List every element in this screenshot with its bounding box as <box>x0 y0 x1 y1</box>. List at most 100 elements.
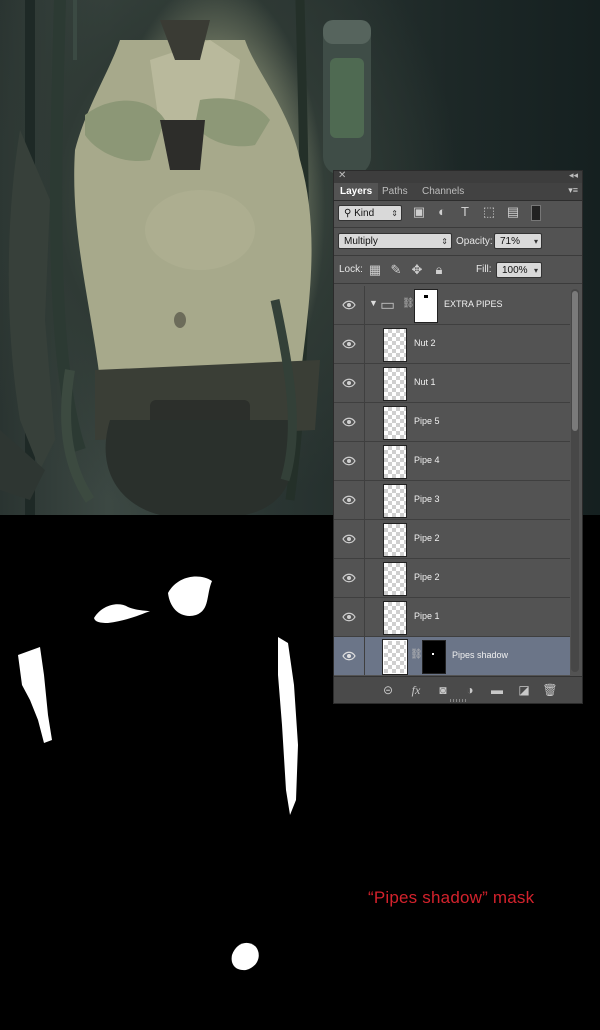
layer-list-scrollbar[interactable] <box>571 289 579 672</box>
layer-thumbnail[interactable] <box>383 367 407 401</box>
new-layer-icon[interactable]: ◪ <box>516 682 532 698</box>
layer-thumbnail[interactable] <box>382 639 408 675</box>
divider <box>334 283 582 284</box>
lock-position-icon[interactable]: ✥ <box>409 262 425 278</box>
group-mask-thumbnail[interactable] <box>414 289 438 323</box>
lock-transparent-icon[interactable]: ▦ <box>367 262 383 278</box>
divider <box>334 255 582 256</box>
link-chain-icon[interactable]: ⛓︎ <box>402 298 415 309</box>
filter-kind-dropdown[interactable]: ⚲ Kind ⇕ <box>338 205 402 221</box>
layer-row[interactable]: Pipe 1 <box>334 598 570 637</box>
lock-image-icon[interactable]: ✎ <box>388 262 404 278</box>
column-divider <box>364 364 365 403</box>
collapse-panel-icon[interactable]: ◂◂ <box>569 170 578 181</box>
link-chain-icon[interactable]: ⛓︎ <box>410 649 423 660</box>
layer-thumbnail[interactable] <box>383 484 407 518</box>
layers-bottom-toolbar: ⊝ fx ◙ ◑ ▬ ◪ 🗑︎ <box>334 676 582 703</box>
layers-panel[interactable]: ✕ ◂◂ Layers Paths Channels ▾≡ ⚲ Kind ⇕ ▣… <box>333 170 583 704</box>
opacity-value: 71% <box>500 236 521 247</box>
scrollbar-thumb[interactable] <box>572 291 578 431</box>
layer-thumbnail[interactable] <box>383 328 407 362</box>
layer-name: Pipe 1 <box>414 611 440 621</box>
layer-thumbnail[interactable] <box>383 523 407 557</box>
filter-kind-label: Kind <box>354 208 375 219</box>
blend-mode-value: Multiply <box>344 236 378 247</box>
visibility-eye-icon[interactable] <box>342 572 356 584</box>
panel-tabs: Layers Paths Channels ▾≡ <box>334 183 582 201</box>
visibility-eye-icon[interactable] <box>342 299 356 311</box>
layer-thumbnail[interactable] <box>383 445 407 479</box>
tab-channels[interactable]: Channels <box>416 183 470 200</box>
trash-icon[interactable]: 🗑︎ <box>542 682 558 698</box>
shape-filter-icon[interactable]: ⬚ <box>481 204 497 220</box>
adjustment-layer-icon[interactable]: ◑ <box>462 682 478 698</box>
column-divider <box>364 442 365 481</box>
tab-layers[interactable]: Layers <box>334 183 379 200</box>
column-divider <box>364 520 365 559</box>
layer-name: Pipe 2 <box>414 572 440 582</box>
chevron-updown-icon: ⇕ <box>441 237 448 246</box>
visibility-eye-icon[interactable] <box>342 416 356 428</box>
fx-icon[interactable]: fx <box>408 682 424 698</box>
new-group-icon[interactable]: ▬ <box>489 682 505 698</box>
type-filter-icon[interactable]: T <box>457 204 473 220</box>
chevron-down-icon: ▾ <box>533 237 538 246</box>
chevron-down-icon: ▾ <box>533 266 538 275</box>
layer-name: Pipe 2 <box>414 533 440 543</box>
add-mask-icon[interactable]: ◙ <box>435 682 451 698</box>
tab-paths[interactable]: Paths <box>376 183 414 200</box>
lock-all-icon[interactable]: 🔒︎ <box>431 262 447 278</box>
opacity-field[interactable]: 71% ▾ <box>494 233 542 249</box>
column-divider <box>364 286 365 325</box>
folder-icon: ▭ <box>380 297 396 314</box>
fill-label: Fill: <box>476 264 492 275</box>
layer-name: Nut 2 <box>414 338 436 348</box>
layer-name: Pipe 5 <box>414 416 440 426</box>
column-divider <box>364 637 365 675</box>
visibility-eye-icon[interactable] <box>342 377 356 389</box>
resize-grip[interactable] <box>450 699 466 702</box>
layer-row[interactable]: Nut 1 <box>334 364 570 403</box>
layer-row[interactable]: Pipe 4 <box>334 442 570 481</box>
fill-value: 100% <box>502 265 528 276</box>
column-divider <box>364 403 365 442</box>
visibility-eye-icon[interactable] <box>342 494 356 506</box>
fill-field[interactable]: 100% ▾ <box>496 262 542 278</box>
visibility-eye-icon[interactable] <box>342 338 356 350</box>
adjustment-filter-icon[interactable]: ◐ <box>434 204 450 220</box>
visibility-eye-icon[interactable] <box>342 455 356 467</box>
layer-thumbnail[interactable] <box>383 406 407 440</box>
close-panel-icon[interactable]: ✕ <box>338 170 346 181</box>
layer-row-group[interactable]: ▼ ▭ ⛓︎ EXTRA PIPES <box>334 286 570 325</box>
panel-menu-icon[interactable]: ▾≡ <box>568 185 578 196</box>
opacity-label: Opacity: <box>456 236 493 247</box>
panel-title-bar[interactable]: ✕ ◂◂ <box>334 170 582 183</box>
expand-triangle-icon[interactable]: ▼ <box>369 298 378 308</box>
layer-name: Pipe 4 <box>414 455 440 465</box>
layer-mask-thumbnail[interactable] <box>422 640 446 674</box>
smart-object-filter-icon[interactable]: ▤ <box>505 204 521 220</box>
visibility-eye-icon[interactable] <box>342 533 356 545</box>
chevron-updown-icon: ⇕ <box>391 209 398 218</box>
layer-row[interactable]: Pipe 3 <box>334 481 570 520</box>
filter-toggle[interactable] <box>531 205 541 221</box>
visibility-eye-icon[interactable] <box>342 611 356 623</box>
layer-thumbnail[interactable] <box>383 562 407 596</box>
column-divider <box>364 481 365 520</box>
visibility-eye-icon[interactable] <box>342 650 356 662</box>
layer-name: Pipe 3 <box>414 494 440 504</box>
layer-row[interactable]: Nut 2 <box>334 325 570 364</box>
layer-name: Pipes shadow <box>452 650 509 660</box>
column-divider <box>364 559 365 598</box>
link-layers-icon[interactable]: ⊝ <box>380 682 396 698</box>
layer-row[interactable]: Pipe 2 <box>334 559 570 598</box>
layer-row-selected[interactable]: ⛓︎ Pipes shadow <box>334 637 570 675</box>
layer-row[interactable]: Pipe 5 <box>334 403 570 442</box>
layer-thumbnail[interactable] <box>383 601 407 635</box>
mask-caption: “Pipes shadow” mask <box>368 888 535 907</box>
lock-label: Lock: <box>339 264 363 275</box>
blend-mode-dropdown[interactable]: Multiply ⇕ <box>338 233 452 249</box>
search-icon: ⚲ <box>344 208 355 219</box>
layer-row[interactable]: Pipe 2 <box>334 520 570 559</box>
image-filter-icon[interactable]: ▣ <box>411 204 427 220</box>
